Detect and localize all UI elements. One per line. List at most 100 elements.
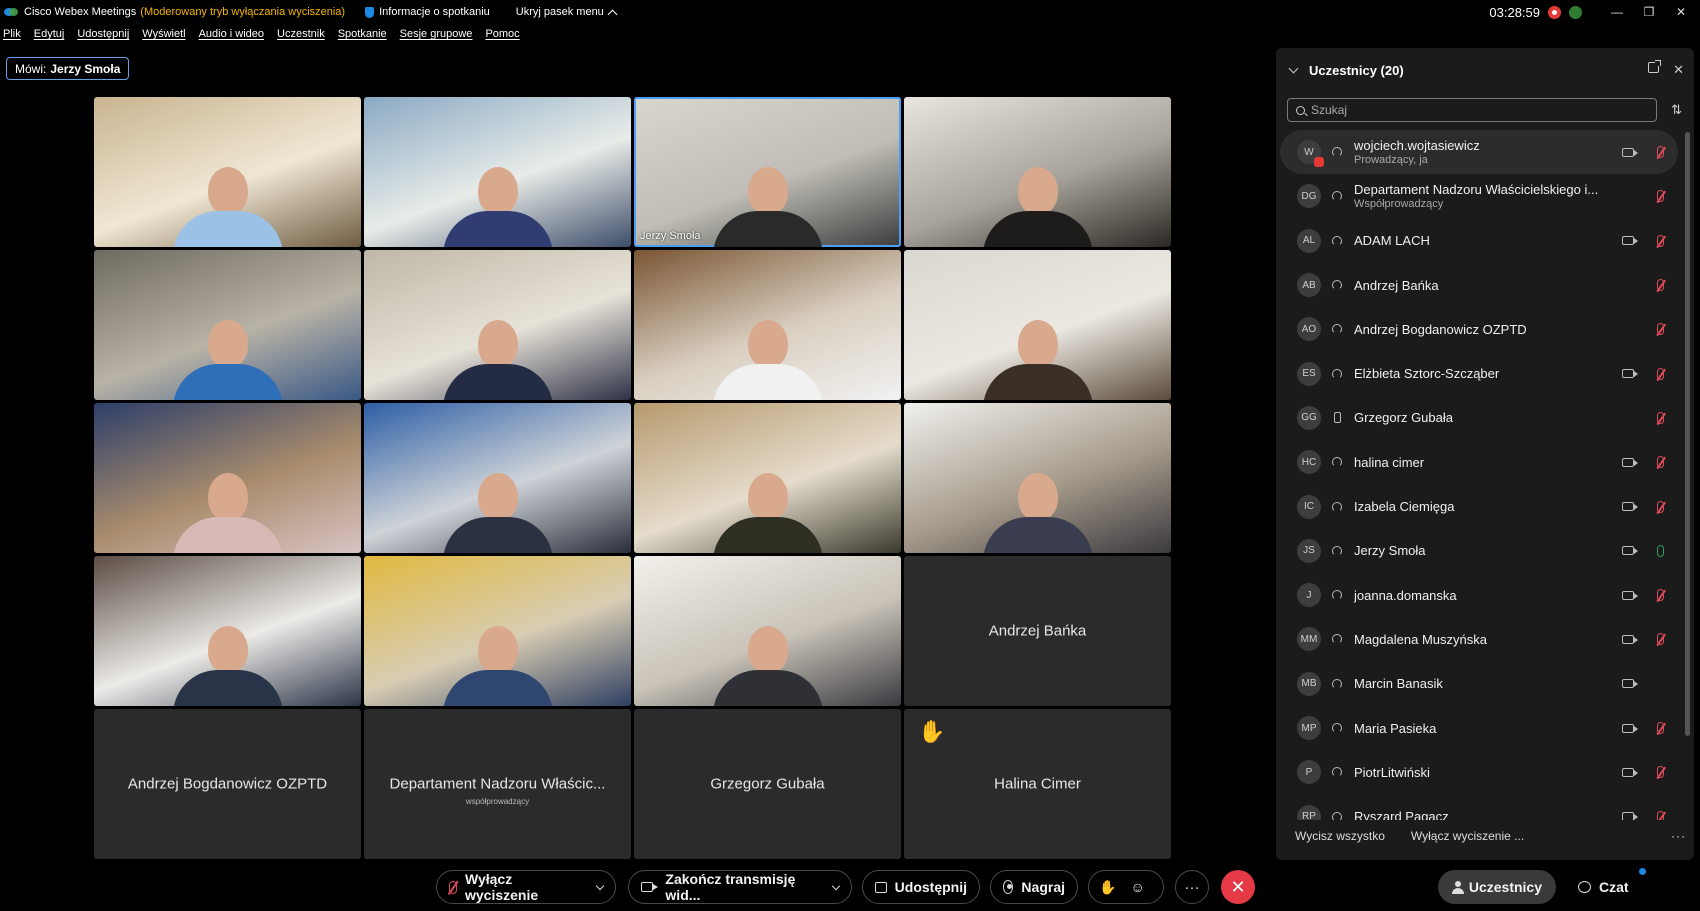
video-tile[interactable] (634, 556, 901, 706)
video-tile[interactable] (904, 97, 1171, 247)
microphone-icon[interactable] (1657, 544, 1664, 557)
microphone-muted-icon[interactable] (1657, 633, 1664, 646)
unmute-all-button[interactable]: Wyłącz wyciszenie ... (1411, 829, 1524, 843)
microphone-muted-icon[interactable] (1657, 589, 1664, 602)
avatar-initials: AO (1301, 323, 1317, 335)
video-tile[interactable] (904, 250, 1171, 400)
microphone-muted-icon[interactable] (1657, 766, 1664, 779)
microphone-muted-icon[interactable] (1657, 234, 1664, 247)
participant-row[interactable]: DG Departament Nadzoru Właścicielskiego i… (1280, 174, 1678, 218)
close-window-button[interactable]: ✕ (1668, 0, 1694, 24)
video-tile[interactable] (634, 403, 901, 553)
more-options-button[interactable]: ··· (1175, 870, 1209, 904)
avatar: IC (1297, 494, 1321, 519)
chat-button[interactable]: Czat (1564, 868, 1656, 904)
participant-row[interactable]: MM Magdalena Muszyńska (1280, 617, 1678, 661)
headset-icon (1330, 678, 1344, 689)
menu-item-sesje-grupowe[interactable]: Sesje grupowe (400, 28, 473, 46)
participant-row[interactable]: AO Andrzej Bogdanowicz OZPTD (1280, 307, 1678, 351)
emoji-reactions-icon[interactable]: ☺ (1130, 879, 1144, 895)
video-tile[interactable]: Andrzej Bogdanowicz OZPTD (94, 709, 361, 859)
unmute-button[interactable]: Wyłącz wyciszenie (436, 870, 616, 904)
participant-list-scrollbar[interactable] (1685, 132, 1690, 736)
participant-search-input[interactable] (1311, 103, 1611, 117)
microphone-muted-icon[interactable] (1657, 500, 1664, 513)
participant-video-figure (982, 320, 1093, 400)
avatar-initials: AB (1302, 279, 1316, 291)
menu-item-udostepnij[interactable]: Udostępnij (77, 28, 129, 46)
microphone-muted-icon[interactable] (1657, 279, 1664, 292)
microphone-muted-icon[interactable] (1657, 411, 1664, 424)
menu-item-uczestnik[interactable]: Uczestnik (277, 28, 325, 46)
share-button[interactable]: Udostępnij (862, 870, 980, 904)
participant-row[interactable]: HC halina cimer (1280, 440, 1678, 484)
participant-row[interactable]: IC Izabela Ciemięga (1280, 484, 1678, 528)
video-options-chevron-icon[interactable] (831, 881, 841, 890)
video-tile[interactable]: Grzegorz Gubała (634, 709, 901, 859)
participant-row[interactable]: P PiotrLitwiński (1280, 750, 1678, 794)
participant-row[interactable]: Wwojciech.wojtasiewicz Prowadzący, ja (1280, 130, 1678, 175)
menu-item-wyswietl[interactable]: Wyświetl (142, 28, 185, 46)
participant-row[interactable]: AB Andrzej Bańka (1280, 263, 1678, 307)
close-panel-button[interactable]: ✕ (1673, 62, 1684, 78)
microphone-muted-icon[interactable] (1657, 146, 1664, 159)
video-tile[interactable] (634, 250, 901, 400)
video-tile[interactable]: Departament Nadzoru Właścic... współprowa… (364, 709, 631, 859)
microphone-muted-icon[interactable] (1657, 810, 1664, 820)
mute-all-button[interactable]: Wycisz wszystko (1295, 829, 1385, 843)
video-tile[interactable] (904, 403, 1171, 553)
participant-row[interactable]: GG Grzegorz Gubała (1280, 396, 1678, 440)
participant-row[interactable]: AL ADAM LACH (1280, 219, 1678, 263)
video-tile[interactable] (364, 556, 631, 706)
video-tile[interactable] (94, 97, 361, 247)
app-title: Cisco Webex Meetings (24, 6, 137, 18)
menu-item-spotkanie[interactable]: Spotkanie (338, 28, 387, 46)
video-tile[interactable] (364, 403, 631, 553)
microphone-muted-icon[interactable] (1657, 367, 1664, 380)
headset-icon (1330, 723, 1344, 733)
video-tile[interactable] (364, 97, 631, 247)
hide-menu-button[interactable]: Ukryj pasek menu (516, 6, 618, 19)
headset-icon (1330, 501, 1344, 512)
menu-item-pomoc[interactable]: Pomoc (485, 28, 519, 46)
participant-row[interactable]: MB Marcin Banasik (1280, 662, 1678, 706)
participant-video-figure (982, 167, 1093, 247)
audio-options-chevron-icon[interactable] (595, 881, 605, 890)
end-meeting-button[interactable]: ✕ (1221, 870, 1255, 904)
microphone-muted-icon[interactable] (1657, 190, 1664, 203)
collapse-chevron-icon[interactable] (1288, 63, 1299, 73)
video-tile[interactable]: Jerzy Smoła (634, 97, 901, 247)
popout-icon[interactable] (1648, 60, 1662, 73)
participant-row[interactable]: ES Elżbieta Sztorc-Szcząber (1280, 351, 1678, 395)
sort-icon[interactable]: ⇅ (1671, 102, 1682, 118)
maximize-button[interactable]: ❐ (1636, 0, 1662, 24)
participant-row[interactable]: Jjoanna.domanska (1280, 573, 1678, 617)
record-button[interactable]: Nagraj (990, 870, 1078, 904)
menu-item-edytuj[interactable]: Edytuj (34, 28, 65, 46)
menu-item-plik[interactable]: Plik (3, 28, 21, 46)
camera-icon (1622, 767, 1638, 777)
active-speaker-indicator: Mówi: Jerzy Smoła (6, 57, 130, 80)
participants-toggle-button[interactable]: Uczestnicy (1438, 870, 1556, 904)
video-tile[interactable]: Halina Cimer ✋ (904, 709, 1171, 859)
meeting-info-button[interactable]: Informacje o spotkaniu (365, 6, 490, 18)
video-tile[interactable] (94, 250, 361, 400)
video-tile[interactable] (364, 250, 631, 400)
microphone-muted-icon[interactable] (1657, 456, 1664, 469)
participant-row[interactable]: RP Ryszard Pagacz (1280, 794, 1678, 820)
participant-search[interactable] (1287, 98, 1657, 122)
video-tile[interactable] (94, 403, 361, 553)
microphone-muted-icon[interactable] (1657, 722, 1664, 734)
menu-item-audio-wideo[interactable]: Audio i wideo (199, 28, 264, 46)
raise-hand-icon[interactable]: ✋ (1099, 879, 1116, 896)
participant-row[interactable]: MP Maria Pasieka (1280, 706, 1678, 750)
active-speaker-label: Mówi: (15, 61, 47, 76)
minimize-button[interactable]: — (1604, 0, 1630, 24)
panel-more-button[interactable]: ··· (1671, 829, 1686, 843)
stop-video-button[interactable]: Zakończ transmisję wid... (628, 870, 852, 904)
microphone-muted-icon[interactable] (1657, 323, 1664, 336)
network-signal-icon[interactable] (1569, 5, 1582, 19)
participant-row[interactable]: JS Jerzy Smoła (1280, 529, 1678, 573)
video-tile[interactable]: Andrzej Bańka (904, 556, 1171, 706)
video-tile[interactable] (94, 556, 361, 706)
